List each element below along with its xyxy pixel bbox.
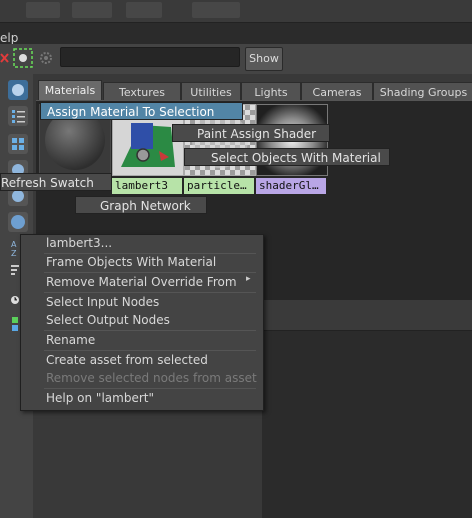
chevron-right-icon: ▸ (246, 274, 251, 284)
ctx-select-output-nodes[interactable]: Select Output Nodes (25, 311, 257, 330)
menu-item[interactable] (126, 2, 162, 18)
menu-item[interactable] (26, 2, 60, 18)
list-icon[interactable] (8, 106, 28, 126)
clock-icon[interactable] (10, 294, 20, 304)
swatch-label-particle: particle… (184, 178, 254, 194)
sphere-icon[interactable] (8, 212, 28, 232)
tab-shading-groups[interactable]: Shading Groups (373, 82, 472, 102)
ctx-rename[interactable]: Rename (25, 331, 257, 350)
mm-assign-material[interactable]: Assign Material To Selection (40, 102, 243, 120)
work-area (262, 300, 472, 518)
swatch-label-lambert3: lambert3 (112, 178, 182, 194)
ctx-remove-override[interactable]: Remove Material Override From (25, 273, 257, 292)
ctx-create-asset[interactable]: Create asset from selected (25, 351, 257, 370)
work-area-header (262, 300, 472, 331)
tab-lights[interactable]: Lights (241, 82, 301, 102)
sort-type-icon[interactable] (10, 264, 20, 276)
mm-refresh-swatch[interactable]: Refresh Swatch (0, 173, 112, 191)
search-input[interactable] (60, 47, 240, 67)
mm-graph-network[interactable]: Graph Network (75, 196, 207, 214)
gear-icon[interactable] (38, 50, 54, 66)
ctx-remove-from-asset: Remove selected nodes from asset (46, 371, 257, 385)
grid-icon[interactable] (8, 134, 28, 154)
ctx-help-lambert[interactable]: Help on "lambert" (25, 389, 257, 408)
menu-help[interactable]: elp (0, 31, 18, 45)
mm-select-objects-with-material[interactable]: Select Objects With Material (184, 148, 390, 166)
tab-utilities[interactable]: Utilities (181, 82, 241, 102)
ctx-frame-objects[interactable]: Frame Objects With Material (25, 253, 257, 272)
menu-item[interactable] (72, 2, 112, 18)
mm-paint-assign-shader[interactable]: Paint Assign Shader (172, 124, 330, 142)
tab-cameras[interactable]: Cameras (301, 82, 373, 102)
tab-textures[interactable]: Textures (103, 82, 181, 102)
show-button[interactable]: Show (245, 47, 283, 71)
svg-text:Z: Z (11, 249, 17, 258)
sphere-icon[interactable] (8, 80, 28, 100)
svg-text:A: A (11, 240, 17, 249)
color-swatch-icon[interactable] (11, 316, 19, 332)
ctx-title: lambert3... (46, 236, 113, 250)
menu-item[interactable] (192, 2, 240, 18)
swatch-label-shader-glow: shaderGl… (256, 178, 326, 194)
tab-materials[interactable]: Materials (38, 80, 102, 102)
ctx-select-input-nodes[interactable]: Select Input Nodes (25, 293, 257, 312)
select-tool-icon[interactable] (13, 48, 33, 68)
close-icon[interactable] (0, 51, 10, 65)
